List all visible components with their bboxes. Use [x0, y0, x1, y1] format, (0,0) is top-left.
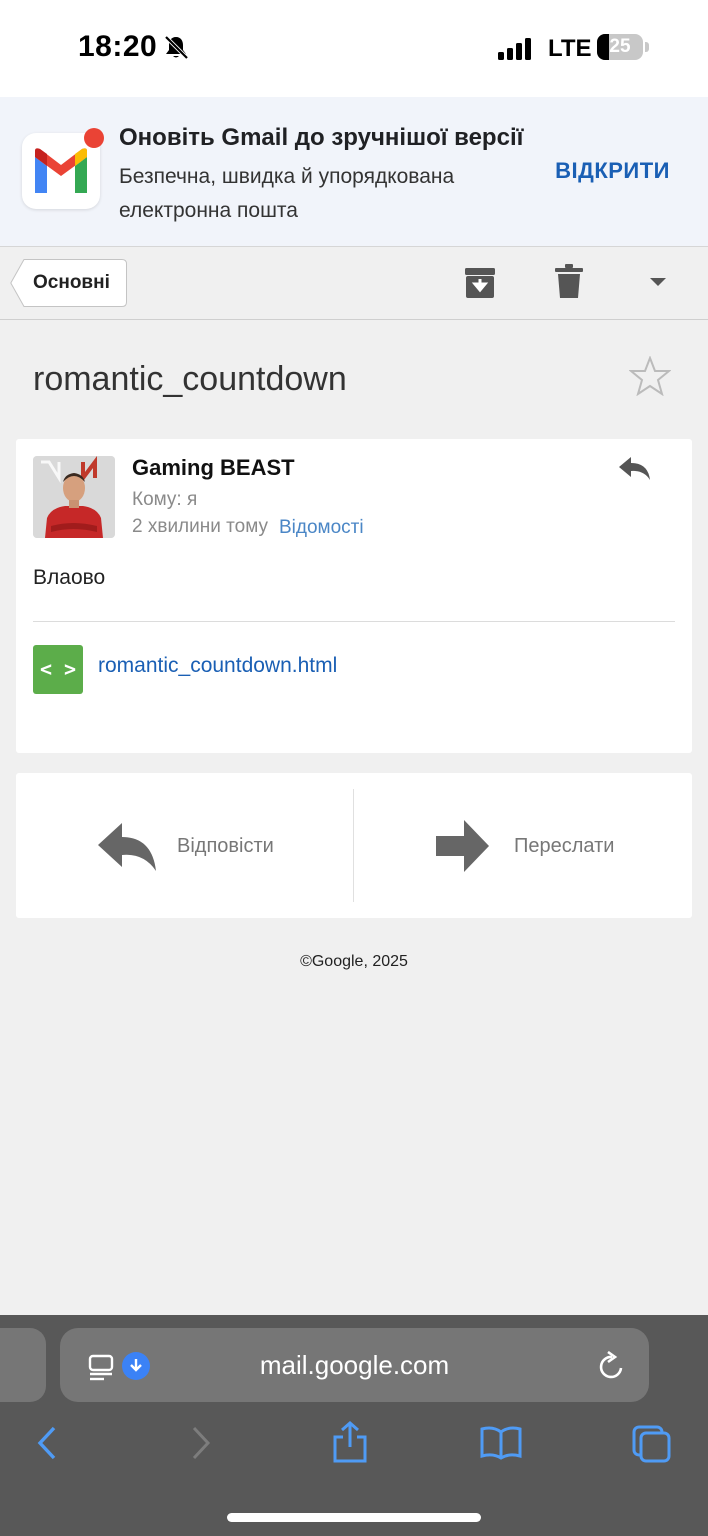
- email-subject: romantic_countdown: [33, 360, 347, 398]
- avatar: [33, 456, 115, 538]
- battery-tip: [645, 42, 649, 52]
- divider: [353, 789, 354, 902]
- reply-button[interactable]: Відповісти: [177, 835, 274, 858]
- promo-title: Оновіть Gmail до зручнішої версії: [119, 124, 524, 151]
- chevron-right-icon[interactable]: [190, 1426, 212, 1460]
- divider: [33, 621, 675, 622]
- trash-icon[interactable]: [555, 264, 583, 298]
- reload-icon[interactable]: [598, 1351, 626, 1381]
- copyright-footer: ©Google, 2025: [300, 953, 408, 970]
- bookmarks-icon[interactable]: [480, 1426, 522, 1460]
- recipient-line: Кому: я: [132, 489, 198, 510]
- details-link[interactable]: Відомості: [279, 517, 364, 539]
- open-app-button[interactable]: ВІДКРИТИ: [555, 158, 670, 184]
- html-file-icon[interactable]: < >: [33, 645, 83, 694]
- reply-icon[interactable]: [96, 821, 158, 873]
- status-time: 18:20: [78, 30, 158, 63]
- archive-icon[interactable]: [463, 266, 497, 300]
- reply-icon[interactable]: [618, 455, 652, 481]
- previous-tab-peek[interactable]: [0, 1328, 46, 1402]
- reply-forward-card: Відповісти Переслати: [16, 773, 692, 918]
- notification-dot: [84, 128, 104, 148]
- back-button-label: Основні: [33, 272, 110, 293]
- browser-toolbar: mail.google.com: [0, 1315, 708, 1536]
- url-text[interactable]: mail.google.com: [60, 1328, 649, 1402]
- sender-name: Gaming BEAST: [132, 455, 295, 480]
- cellular-signal-icon: [498, 38, 531, 60]
- status-bar: 18:20 LTE 25: [0, 0, 708, 97]
- network-type: LTE: [548, 35, 592, 62]
- battery-percent: 25: [609, 36, 631, 57]
- home-indicator: [227, 1513, 481, 1522]
- tabs-icon[interactable]: [632, 1425, 672, 1463]
- share-icon[interactable]: [332, 1421, 368, 1463]
- promo-subtitle: Безпечна, швидка й упорядкована електрон…: [119, 165, 455, 222]
- attachment-link[interactable]: romantic_countdown.html: [98, 654, 337, 678]
- forward-button[interactable]: Переслати: [514, 835, 614, 858]
- message-card: Gaming BEAST Кому: я 2 хвилини тому Відо…: [16, 439, 692, 753]
- forward-arrow-icon[interactable]: [436, 820, 490, 872]
- gmail-app-promo-banner: Оновіть Gmail до зручнішої версії Безпеч…: [0, 97, 708, 247]
- bell-slash-icon: [164, 35, 189, 60]
- sent-time: 2 хвилини тому: [132, 516, 268, 537]
- email-body: Влаово: [33, 566, 106, 589]
- address-bar[interactable]: mail.google.com: [60, 1328, 649, 1402]
- chevron-down-icon[interactable]: [648, 276, 668, 288]
- message-toolbar: Основні: [0, 248, 708, 320]
- chevron-left-icon[interactable]: [36, 1426, 58, 1460]
- battery-icon: 25: [597, 34, 643, 60]
- star-icon[interactable]: [629, 356, 671, 396]
